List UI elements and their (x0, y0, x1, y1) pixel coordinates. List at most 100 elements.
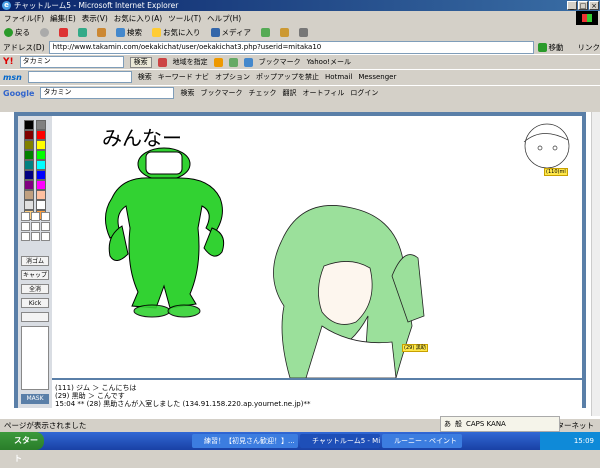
color-swatch[interactable] (24, 130, 34, 140)
yahoo-search-input[interactable]: タカミン (20, 56, 124, 68)
mail-icon[interactable] (244, 58, 253, 67)
google-translate-button[interactable]: 翻訳 (282, 88, 296, 98)
brush-size-4[interactable] (21, 222, 30, 231)
menu-file[interactable]: ファイル(F) (4, 13, 44, 24)
stop-button[interactable] (59, 28, 68, 37)
color-swatch[interactable] (36, 140, 46, 150)
menu-favorites[interactable]: お気に入り(A) (114, 13, 162, 24)
address-label: アドレス(D) (3, 42, 45, 53)
msn-search-button[interactable]: 検索 (138, 72, 152, 82)
google-search-input[interactable]: タカミン (40, 87, 174, 99)
google-check-button[interactable]: チェック (248, 88, 276, 98)
color-swatch[interactable] (36, 180, 46, 190)
yahoo-mail-button[interactable]: Yahoo!メール (307, 57, 351, 67)
msn-messenger-button[interactable]: Messenger (358, 73, 396, 81)
color-swatch[interactable] (24, 150, 34, 160)
brush-size-3[interactable] (41, 212, 50, 221)
msn-options-button[interactable]: オプション (215, 72, 250, 82)
mini-sketch (524, 124, 569, 168)
refresh-button[interactable] (78, 28, 87, 37)
taskbar-item-active[interactable]: チャットルーム5 - Micr... (300, 434, 380, 448)
color-swatch[interactable] (36, 160, 46, 170)
canvas-text: みんなー (102, 122, 182, 151)
search-button[interactable]: 検索 (116, 27, 142, 38)
ime-mode[interactable]: あ (444, 419, 451, 429)
page-scrollbar[interactable] (591, 112, 600, 416)
brush-size-7[interactable] (21, 232, 30, 241)
color-swatch[interactable] (36, 120, 46, 130)
history-button[interactable] (261, 28, 270, 37)
google-logo[interactable]: Google (3, 89, 34, 98)
brush-size-6[interactable] (41, 222, 50, 231)
start-button[interactable]: スタート (0, 432, 44, 450)
brush-size-2[interactable] (31, 212, 40, 221)
color-swatch[interactable] (24, 180, 34, 190)
clock: 15:09 (574, 437, 594, 445)
msn-popup-button[interactable]: ポップアップを禁止 (256, 72, 319, 82)
favorites-button[interactable]: お気に入り (152, 27, 201, 38)
color-swatch[interactable] (36, 170, 46, 180)
search-icon (116, 28, 125, 37)
maximize-button[interactable]: □ (578, 1, 588, 10)
coin-icon[interactable] (214, 58, 223, 67)
history-icon (261, 28, 270, 37)
msn-hotmail-button[interactable]: Hotmail (325, 73, 352, 81)
taskbar-item[interactable]: 練習！【初見さん歓迎！】... (192, 434, 298, 448)
media-button[interactable]: メディア (211, 27, 251, 38)
pencil-icon[interactable] (229, 58, 238, 67)
color-swatch[interactable] (24, 190, 34, 200)
msn-logo[interactable]: msn (3, 73, 22, 82)
menu-edit[interactable]: 編集(E) (50, 13, 76, 24)
print-button[interactable] (299, 28, 308, 37)
menu-view[interactable]: 表示(V) (82, 13, 108, 24)
color-swatch[interactable] (24, 140, 34, 150)
yahoo-logo[interactable]: Y! (3, 57, 14, 67)
go-button[interactable]: 移動 (538, 42, 564, 53)
drawing-canvas[interactable]: みんなー (110)ml (29) 黒助 (52, 116, 582, 378)
taskbar-item[interactable]: ルーニー - ペイント (382, 434, 462, 448)
yahoo-icon[interactable] (158, 58, 167, 67)
forward-button[interactable] (40, 28, 49, 37)
eraser-tool[interactable]: 消ゴム (21, 256, 49, 266)
msn-keyword-button[interactable]: キーワード ナビ (158, 72, 209, 82)
cap-tool[interactable]: キャップ (21, 270, 49, 280)
google-login-button[interactable]: ログイン (350, 88, 378, 98)
mail-button[interactable] (280, 28, 289, 37)
zoom-tool[interactable] (21, 312, 49, 322)
brush-size-1[interactable] (21, 212, 30, 221)
google-autofill-button[interactable]: オートフィル (302, 88, 344, 98)
address-input[interactable]: http://www.takamin.com/oekakichat/user/o… (49, 41, 534, 54)
google-bookmark-button[interactable]: ブックマーク (200, 88, 242, 98)
ime-caps[interactable]: CAPS KANA (466, 420, 506, 428)
color-swatch[interactable] (36, 200, 46, 210)
home-button[interactable] (97, 28, 106, 37)
color-swatch[interactable] (24, 120, 34, 130)
brush-size-9[interactable] (41, 232, 50, 241)
back-button[interactable]: 戻る (4, 27, 30, 38)
menu-tools[interactable]: ツール(T) (168, 13, 201, 24)
color-swatch[interactable] (36, 190, 46, 200)
ime-lang[interactable]: 般 (455, 419, 462, 429)
close-button[interactable]: × (589, 1, 599, 10)
brush-size-8[interactable] (31, 232, 40, 241)
kick-button[interactable]: Kick (21, 298, 49, 308)
color-swatch[interactable] (36, 130, 46, 140)
google-search-button[interactable]: 検索 (180, 88, 194, 98)
color-swatch[interactable] (24, 170, 34, 180)
yahoo-search-button[interactable]: 検索 (130, 57, 152, 68)
color-swatch[interactable] (24, 200, 34, 210)
links-label[interactable]: リンク (578, 42, 600, 53)
yahoo-map-button[interactable]: 地域を指定 (173, 57, 208, 67)
language-bar[interactable]: あ 般 CAPS KANA (440, 416, 560, 432)
color-swatch[interactable] (36, 150, 46, 160)
minimize-button[interactable]: _ (567, 1, 577, 10)
color-swatch[interactable] (24, 160, 34, 170)
windows-logo-icon (576, 11, 598, 25)
yahoo-toolbar: Y! タカミン 検索 地域を指定 ブックマーク Yahoo!メール (0, 54, 600, 69)
ie-icon: e (2, 1, 11, 10)
menu-help[interactable]: ヘルプ(H) (207, 13, 241, 24)
clear-all-button[interactable]: 全消 (21, 284, 49, 294)
brush-size-5[interactable] (31, 222, 40, 231)
msn-search-input[interactable] (28, 71, 132, 83)
yahoo-bookmark-button[interactable]: ブックマーク (259, 57, 301, 67)
